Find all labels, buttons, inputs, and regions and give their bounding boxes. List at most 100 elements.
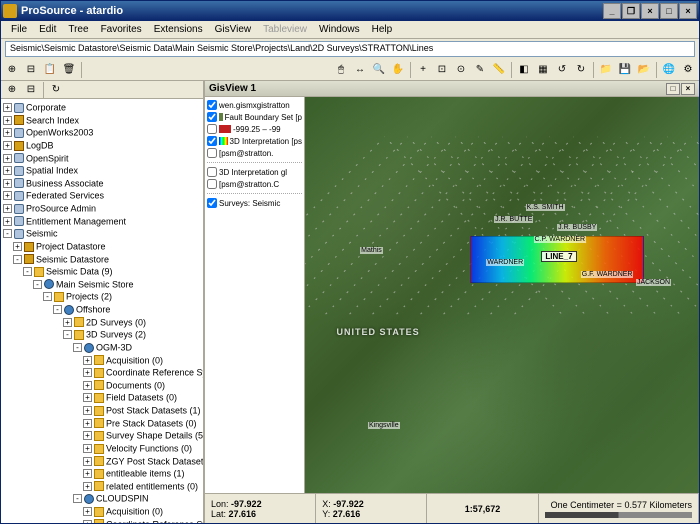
tree-label[interactable]: Coordinate Reference Sy (106, 519, 203, 523)
tool-r-6[interactable]: ⊙ (452, 61, 470, 79)
restore-button[interactable]: ❐ (622, 3, 640, 19)
tree-label[interactable]: Coordinate Reference Sy (106, 368, 203, 378)
tree-node[interactable]: +ProSource Admin (3, 202, 201, 215)
tree-toggle[interactable]: - (33, 280, 42, 289)
tree-toggle[interactable]: - (73, 494, 82, 503)
tree-label[interactable]: Project Datastore (36, 242, 106, 252)
menu-windows[interactable]: Windows (313, 22, 366, 37)
tree-node[interactable]: - Offshore (3, 303, 201, 316)
tree-label[interactable]: Projects (2) (66, 292, 112, 302)
tree-label[interactable]: Offshore (76, 305, 110, 315)
tool-l-1[interactable]: ⊟ (22, 61, 40, 79)
tree-toggle[interactable]: + (83, 507, 92, 516)
tree-toggle[interactable]: + (83, 419, 92, 428)
layer-checkbox[interactable] (207, 100, 217, 110)
tree-label[interactable]: Federated Services (26, 191, 104, 201)
tree-toggle[interactable]: + (83, 356, 92, 365)
tree-label[interactable]: Post Stack Datasets (1) (106, 406, 201, 416)
tool-r-0[interactable]: 🖱 (332, 61, 350, 79)
tree-node[interactable]: - OGM-3D (3, 341, 201, 354)
menu-tree[interactable]: Tree (62, 22, 94, 37)
tree-label[interactable]: Pre Stack Datasets (0) (106, 418, 197, 428)
tree-node[interactable]: +Entitlement Management (3, 215, 201, 228)
tool-r-13[interactable]: 📁 (597, 61, 615, 79)
tool-r-15[interactable]: 📂 (635, 61, 653, 79)
menu-gisview[interactable]: GisView (209, 22, 258, 37)
tree-label[interactable]: Corporate (26, 103, 66, 113)
tree-label[interactable]: Seismic (26, 229, 58, 239)
layer-checkbox[interactable] (207, 179, 217, 189)
tree-toggle[interactable]: + (63, 318, 72, 327)
menu-edit[interactable]: Edit (33, 22, 62, 37)
tree-refresh-button[interactable]: ↻ (47, 81, 65, 99)
tree-label[interactable]: Field Datasets (0) (106, 393, 177, 403)
menu-extensions[interactable]: Extensions (148, 22, 209, 37)
tree-toggle[interactable]: + (83, 482, 92, 491)
tool-r-11[interactable]: ↺ (553, 61, 571, 79)
tree-toggle[interactable]: + (83, 469, 92, 478)
tool-r-8[interactable]: 📏 (490, 61, 508, 79)
tree-toggle[interactable]: + (3, 103, 12, 112)
tree-node[interactable]: + Pre Stack Datasets (0) (3, 417, 201, 430)
tree-label[interactable]: related entitlements (0) (106, 481, 198, 491)
tree-node[interactable]: +Acquisition (0) (3, 505, 201, 518)
tree-node[interactable]: +Post Stack Datasets (1) (3, 404, 201, 417)
tree-toggle[interactable]: + (3, 128, 12, 137)
tree-node[interactable]: +Coordinate Reference Sy (3, 518, 201, 523)
layer-item[interactable]: 3D Interpretation [ps (207, 135, 302, 147)
tree-toggle[interactable]: + (3, 116, 12, 125)
tree-node[interactable]: + Survey Shape Details (5) (3, 429, 201, 442)
maximize-button[interactable]: □ (660, 3, 678, 19)
layer-item[interactable]: Surveys: Seismic (207, 197, 302, 209)
tree-toggle[interactable]: + (3, 179, 12, 188)
tool-r-5[interactable]: ⊡ (433, 61, 451, 79)
layer-item[interactable]: -999.25 – -99 (207, 123, 302, 135)
tree-toggle[interactable]: + (3, 204, 12, 213)
tree-node[interactable]: + OpenSpirit (3, 152, 201, 165)
tool-r-3[interactable]: ✋ (389, 61, 407, 79)
tree-toggle[interactable]: + (3, 154, 12, 163)
tree-label[interactable]: Survey Shape Details (5) (106, 431, 203, 441)
layer-item[interactable]: [psm@stratton. (207, 147, 302, 159)
tool-r-7[interactable]: ✎ (471, 61, 489, 79)
menu-help[interactable]: Help (366, 22, 399, 37)
minimize-button[interactable]: _ (603, 3, 621, 19)
tool-r-10[interactable]: ▦ (534, 61, 552, 79)
tree-toggle[interactable]: + (83, 431, 92, 440)
tree-label[interactable]: Acquisition (0) (106, 355, 163, 365)
tree-toggle[interactable]: - (23, 267, 32, 276)
tree-remove-button[interactable]: ⊟ (22, 81, 40, 99)
tree-node[interactable]: +ZGY Post Stack Datasets (3, 455, 201, 468)
layer-checkbox[interactable] (207, 167, 217, 177)
tool-r-14[interactable]: 💾 (616, 61, 634, 79)
tree-node[interactable]: + OpenWorks2003 (3, 126, 201, 139)
layer-checkbox[interactable] (207, 148, 217, 158)
tree-node[interactable]: -CLOUDSPIN (3, 492, 201, 505)
tree-label[interactable]: OGM-3D (96, 343, 132, 353)
tree-node[interactable]: -Projects (2) (3, 290, 201, 303)
tree-label[interactable]: Search Index (26, 115, 79, 125)
tool-r-2[interactable]: 🔍 (370, 61, 388, 79)
layer-item[interactable]: wen.gismxgistratton (207, 99, 302, 111)
tree-node[interactable]: +2D Surveys (0) (3, 316, 201, 329)
tool-r-9[interactable]: ◧ (515, 61, 533, 79)
tree-label[interactable]: OpenSpirit (26, 153, 69, 163)
tool-l-3[interactable]: 🗑 (60, 61, 78, 79)
tree-label[interactable]: Entitlement Management (26, 216, 126, 226)
tree-label[interactable]: 3D Surveys (2) (86, 330, 146, 340)
tool-l-0[interactable]: ⊕ (3, 61, 21, 79)
tree-node[interactable]: + Search Index (3, 114, 201, 127)
layer-item[interactable]: [psm@stratton.C (207, 178, 302, 190)
tree-node[interactable]: -Main Seismic Store (3, 278, 201, 291)
tree-label[interactable]: Velocity Functions (0) (106, 444, 192, 454)
tree-toggle[interactable]: - (73, 343, 82, 352)
tool-r-12[interactable]: ↻ (572, 61, 590, 79)
tree-node[interactable]: +Federated Services (3, 189, 201, 202)
tree-node[interactable]: +Field Datasets (0) (3, 391, 201, 404)
tool-r-4[interactable]: + (414, 61, 432, 79)
tree-toggle[interactable]: - (13, 255, 22, 264)
tree-label[interactable]: OpenWorks2003 (26, 128, 93, 138)
tree-node[interactable]: + Corporate (3, 101, 201, 114)
layer-item[interactable]: Fault Boundary Set [p (207, 111, 302, 123)
tree-toggle[interactable]: - (53, 305, 62, 314)
